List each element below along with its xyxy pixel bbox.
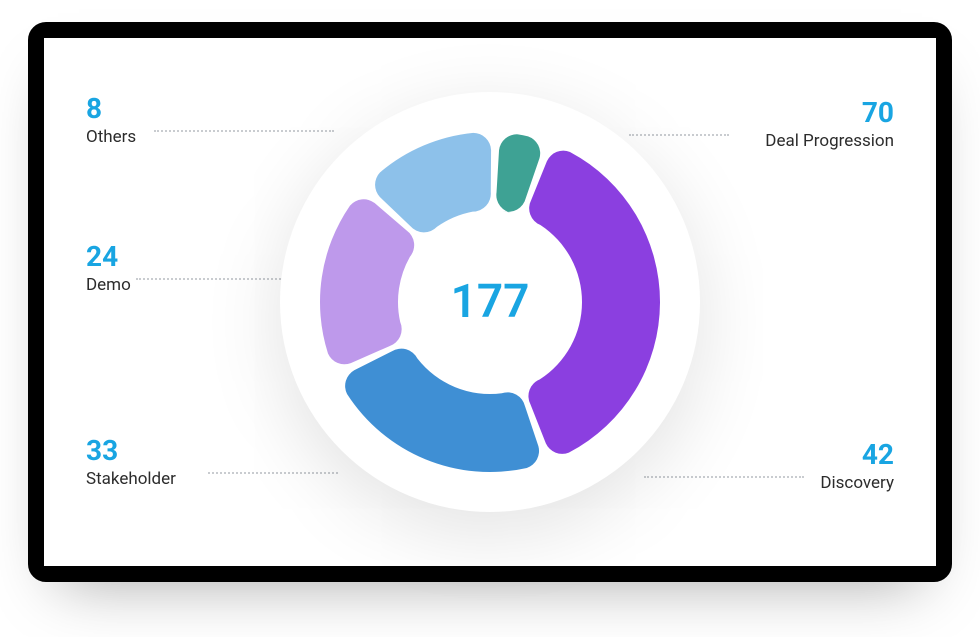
donut-segment-stakeholder xyxy=(320,199,414,364)
callout-stakeholder: 33 Stakeholder xyxy=(86,436,176,489)
callout-value: 8 xyxy=(86,94,136,125)
chart-card-inner: 70 Deal Progression 42 Discovery 8 Other… xyxy=(44,38,936,566)
callout-demo: 24 Demo xyxy=(86,242,131,295)
chart-card: 70 Deal Progression 42 Discovery 8 Other… xyxy=(28,22,952,582)
callout-others: 8 Others xyxy=(86,94,136,147)
callout-value: 24 xyxy=(86,242,131,273)
donut-segment-deal-progression xyxy=(528,151,660,454)
callout-label: Demo xyxy=(86,275,131,295)
callout-value: 33 xyxy=(86,436,176,467)
donut-total: 177 xyxy=(451,275,530,329)
callout-discovery: 42 Discovery xyxy=(820,440,894,493)
callout-deal-progression: 70 Deal Progression xyxy=(765,98,894,151)
callout-label: Deal Progression xyxy=(765,131,894,151)
callout-value: 42 xyxy=(820,440,894,471)
callout-label: Stakeholder xyxy=(86,469,176,489)
callout-label: Discovery xyxy=(820,473,894,493)
donut-chart: 177 xyxy=(270,82,710,522)
donut-segment-demo xyxy=(375,133,491,233)
callout-label: Others xyxy=(86,127,136,147)
callout-value: 70 xyxy=(765,98,894,129)
donut-segment-discovery xyxy=(345,349,539,472)
